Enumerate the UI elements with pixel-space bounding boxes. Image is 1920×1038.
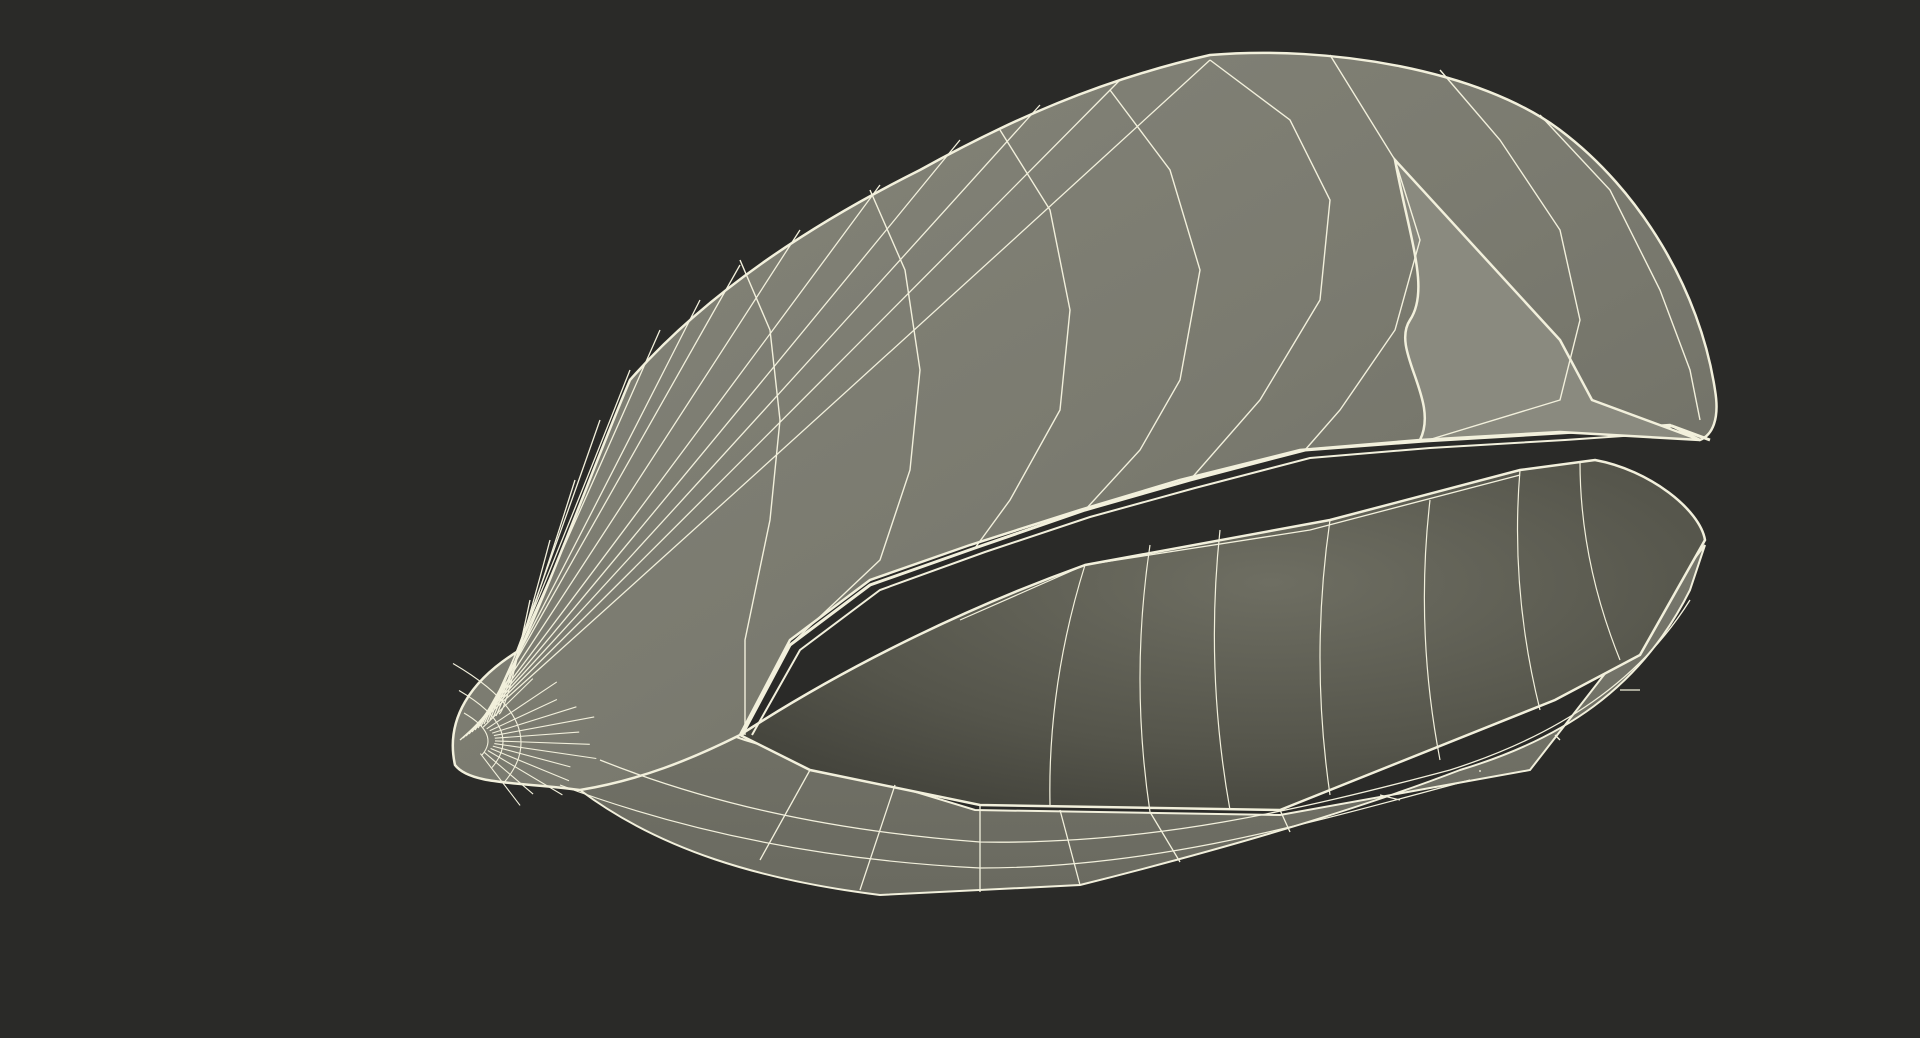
render-viewport	[0, 0, 1920, 1038]
model-render	[451, 51, 1718, 897]
